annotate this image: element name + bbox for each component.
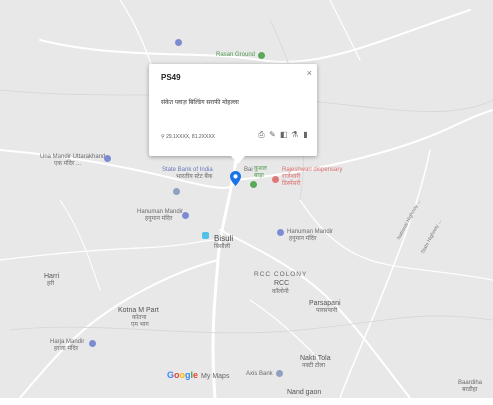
kotna-hi2-label: एम भाग [131, 322, 149, 328]
style-icon[interactable]: ◧ [280, 130, 288, 139]
my-maps-text: My Maps [201, 373, 230, 380]
filter-icon[interactable]: ⚗ [291, 130, 298, 139]
rajeshwari-hi2-label: डिस्पेंसरी [282, 181, 301, 187]
hospital-icon[interactable] [272, 176, 279, 183]
harja-mandir-label: Harja Mandir [50, 339, 85, 345]
park-icon[interactable] [258, 52, 265, 59]
temple-icon[interactable] [89, 340, 96, 347]
karyalaya-label: Bai [244, 167, 253, 173]
hanuman-mandir1-label: Hanuman Mandir [137, 209, 184, 215]
nand-gaon-label: Nand gaon [287, 389, 322, 396]
parsapani-label: Parsapani [309, 300, 341, 307]
info-window-coordinates: ⚲ 29.1XXXX, 81.2XXXX [161, 134, 215, 140]
temple-icon[interactable] [182, 212, 189, 219]
shop-icon[interactable] [250, 181, 257, 188]
rajeshwari-hi1-label: राजेश्वरी [282, 174, 301, 180]
nakti-hi-label: नक्टी टोला [302, 363, 326, 369]
print-icon[interactable]: ⎙ [258, 130, 265, 139]
rcc-label: RCC [274, 280, 290, 287]
parsapani-hi-label: पारसपानी [316, 308, 338, 314]
kotna-hi1-label: कोतना [132, 315, 147, 321]
close-icon[interactable]: × [307, 68, 312, 78]
temple-icon[interactable] [104, 155, 111, 162]
bank-icon[interactable] [276, 370, 283, 377]
kotna-label: Kotna M Part [118, 307, 159, 314]
rasan-ground-label: Rasan Ground [216, 52, 256, 58]
coordinates-text: 29.1XXXX, 81.2XXXX [166, 134, 215, 140]
sbi-label: State Bank of India [162, 167, 213, 173]
hanuman-mandir2-hi-label: हनुमान मंदिर [289, 236, 317, 242]
temple-icon[interactable] [277, 229, 284, 236]
sbi-hi-label: भारतीय स्टेट बैंक [176, 174, 213, 180]
info-window-description: संकेत प्लाज़ बिल्डिंग सराफी मोहल्ला [161, 100, 239, 106]
hanuman-mandir2-label: Hanuman Mandir [287, 229, 334, 235]
info-window-title: PS49 [161, 73, 181, 82]
bank-icon[interactable] [173, 188, 180, 195]
baardiha-hi-label: बरडीहा [462, 387, 478, 393]
bus-stop-icon[interactable] [202, 232, 209, 239]
rcc-hi-label: कॉलोनी [272, 289, 289, 295]
baardiha-label: Baardiha [458, 380, 483, 386]
harri-hi-label: हरी [47, 281, 55, 287]
nakti-label: Nakti Tola [300, 355, 331, 362]
delete-icon[interactable]: ▮ [302, 130, 309, 139]
una-mandir-hi-label: एक मंदिर ... [54, 161, 82, 167]
rcc-colony-label: RCC COLONY [254, 271, 308, 278]
info-window: PS49 × संकेत प्लाज़ बिल्डिंग सराफी मोहल्… [149, 64, 317, 164]
info-window-toolbar: ⎙ ✎ ◧ ⚗ ▮ [258, 130, 309, 139]
hanuman-mandir1-hi-label: हनुमान मंदिर [145, 216, 173, 222]
kushal2-label: बाड़ा [254, 173, 264, 179]
harja-mandir-hi-label: हरजा मंदिर [54, 346, 79, 352]
bisuli-label: Bisuli [214, 234, 234, 243]
harri-label: Harri [44, 273, 60, 280]
edit-icon[interactable]: ✎ [269, 130, 276, 139]
bottom-strip [0, 398, 493, 405]
selected-location-pin-icon[interactable] [230, 171, 241, 186]
bisuli-hi-label: बिसौली [214, 244, 231, 250]
rajeshwari-label: Rajeshwari dispensary [282, 167, 343, 173]
location-marker-icon[interactable] [175, 39, 182, 46]
axis-bank-label: Axis Bank [246, 371, 273, 377]
map-canvas[interactable]: Rasan Ground Una Mandir Uttarakhand एक म… [0, 0, 493, 405]
kushal-label: कुशल [254, 166, 267, 172]
google-my-maps-logo: Google My Maps [167, 370, 230, 380]
una-mandir-label: Una Mandir Uttarakhand [40, 154, 106, 160]
